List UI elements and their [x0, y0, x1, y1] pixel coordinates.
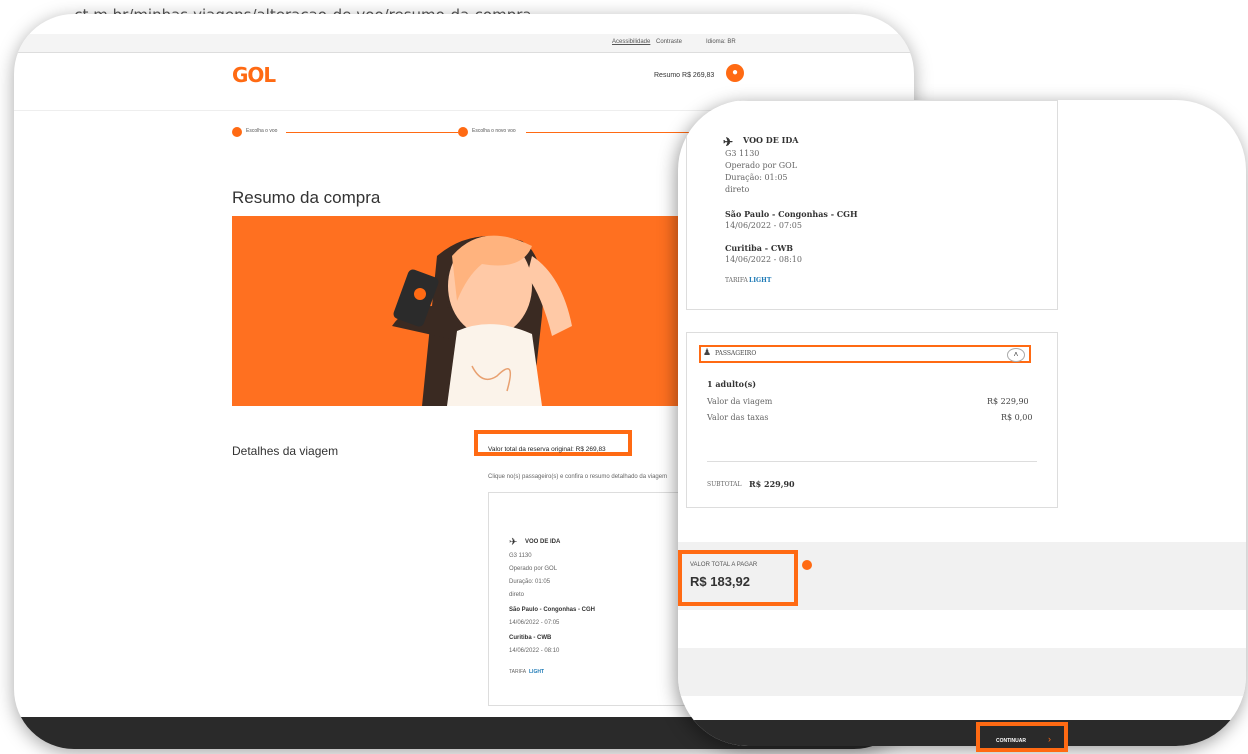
flight-number: G3 1130 [725, 149, 760, 158]
woman-phone-illustration [392, 235, 572, 406]
gol-logo[interactable]: GOL [232, 63, 276, 87]
step-2-label: Escolha o novo voo [472, 128, 516, 134]
continue-button[interactable] [976, 722, 1068, 752]
subtotal-label: SUBTOTAL [707, 481, 742, 488]
passenger-count: 1 adulto(s) [707, 379, 757, 389]
flight-origin-time: 14/06/2022 - 07:05 [725, 221, 802, 230]
trip-value-label: Valor da viagem [707, 397, 773, 406]
total-label: VALOR TOTAL A PAGAR [690, 562, 758, 568]
original-total: Valor total da reserva original: R$ 269,… [488, 446, 606, 453]
flight-origin-time: 14/06/2022 - 07:05 [509, 620, 560, 626]
hero-illustration [232, 216, 702, 406]
user-icon: ♟ [703, 348, 712, 358]
page-title: Resumo da compra [232, 188, 381, 207]
step-1-dot [232, 127, 242, 137]
continue-label: CONTINUAR [996, 738, 1026, 744]
accessibility-bar: Acessibilidade Contraste Idioma: BR [14, 34, 914, 53]
grey-band [678, 648, 1246, 696]
step-1-label: Escolha o voo [246, 128, 278, 134]
flight-type: direto [509, 592, 525, 598]
step-2-dot [458, 127, 468, 137]
chevron-right-icon: › [1048, 734, 1051, 744]
step-line [526, 132, 696, 133]
details-hint: Clique no(s) passageiro(s) e confira o r… [488, 474, 668, 480]
language-select[interactable]: Idioma: BR [706, 39, 736, 45]
flight-destination-time: 14/06/2022 - 08:10 [509, 648, 560, 654]
flight-card-small: ✈ VOO DE IDA G3 1130 Operado por GOL Dur… [488, 492, 705, 706]
fare-prefix: TARIFA [509, 669, 527, 675]
taxes-label: Valor das taxas [707, 413, 769, 422]
step-line [286, 132, 458, 133]
zoomed-summary-panel: ✈ VOO DE IDA G3 1130 Operado por GOL Dur… [678, 100, 1246, 746]
fare-name[interactable]: LIGHT [749, 277, 771, 284]
flight-heading: VOO DE IDA [743, 135, 799, 145]
flight-type: direto [725, 185, 750, 194]
info-icon[interactable] [802, 560, 812, 570]
passenger-accordion-header[interactable]: ♟ PASSAGEIRO ˄ [699, 345, 1031, 363]
taxes-value: R$ 0,00 [1001, 413, 1033, 422]
flight-card: ✈ VOO DE IDA G3 1130 Operado por GOL Dur… [686, 100, 1058, 310]
fare-name[interactable]: LIGHT [529, 669, 544, 675]
trip-value: R$ 229,90 [987, 397, 1029, 406]
flight-number: G3 1130 [509, 553, 532, 559]
footer-bar [678, 720, 1246, 746]
cart-icon[interactable]: ● [726, 64, 744, 82]
flight-duration: Duração: 01:05 [509, 579, 551, 585]
flight-operator: Operado por GOL [725, 161, 798, 170]
plane-icon: ✈ [509, 537, 518, 548]
flight-operator: Operado por GOL [509, 566, 558, 572]
trip-details-title: Detalhes da viagem [232, 444, 339, 458]
chevron-up-icon[interactable]: ˄ [1007, 348, 1025, 362]
subtotal-value: R$ 229,90 [749, 479, 795, 489]
flight-destination: Curitiba - CWB [725, 243, 793, 253]
flight-origin: São Paulo - Congonhas - CGH [509, 607, 596, 613]
flight-duration: Duração: 01:05 [725, 173, 788, 182]
accessibility-link[interactable]: Acessibilidade [612, 39, 650, 45]
flight-origin: São Paulo - Congonhas - CGH [725, 209, 858, 219]
divider [707, 461, 1037, 462]
total-value: R$ 183,92 [690, 574, 750, 589]
plane-icon: ✈ [723, 135, 734, 149]
flight-destination: Curitiba - CWB [509, 635, 552, 641]
flight-destination-time: 14/06/2022 - 08:10 [725, 255, 802, 264]
fare-prefix: TARIFA [725, 277, 748, 284]
flight-heading: VOO DE IDA [525, 539, 561, 545]
passenger-card: ♟ PASSAGEIRO ˄ 1 adulto(s) Valor da viag… [686, 332, 1058, 508]
passenger-heading: PASSAGEIRO [715, 350, 757, 357]
summary-total: Resumo R$ 269,83 [654, 72, 715, 79]
contrast-toggle[interactable]: Contraste [656, 39, 682, 45]
